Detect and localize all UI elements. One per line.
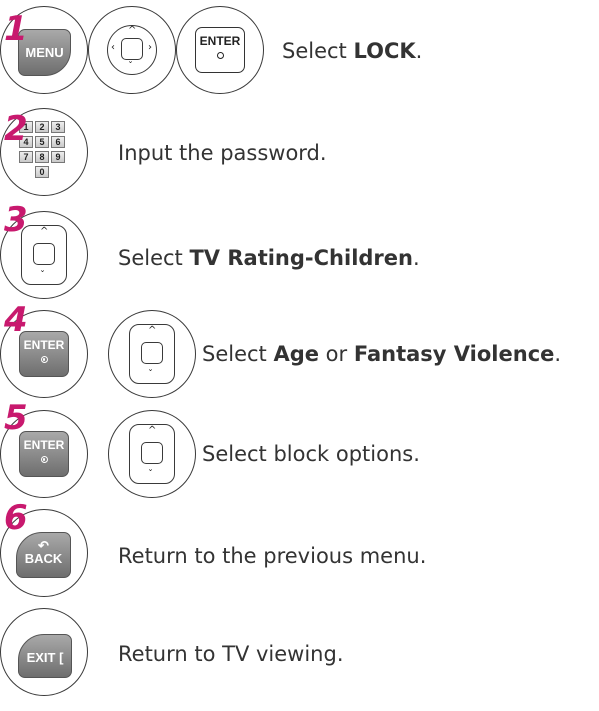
step-3: ^ ˇ 3 Select TV Rating-Children.	[0, 203, 599, 308]
up-down-navigation[interactable]: ^ ˇ	[21, 225, 67, 285]
text-bold: TV Rating-Children	[189, 246, 413, 270]
navigation-button-frame: ^ ˇ	[108, 410, 196, 498]
enter-dot-icon	[40, 456, 48, 463]
step-2-text: Input the password.	[118, 143, 327, 164]
step-1-text: Select LOCK.	[282, 41, 422, 62]
enter-dot-icon	[40, 356, 48, 363]
up-arrow-icon: ^	[148, 325, 157, 336]
ok-center-icon	[141, 342, 163, 364]
text-bold: Age	[273, 342, 319, 366]
key-5[interactable]: 5	[35, 136, 49, 148]
navigation-button-frame: ^ ‹ › ˇ	[88, 6, 176, 94]
key-9[interactable]: 9	[51, 151, 65, 163]
up-arrow-icon: ^	[148, 425, 157, 436]
text-part: Select	[202, 342, 274, 366]
exit-label: EXIT	[26, 650, 56, 665]
text-part: Select	[118, 246, 190, 270]
text-part: Return to TV viewing.	[118, 642, 344, 666]
ok-center-icon	[121, 38, 143, 60]
key-2[interactable]: 2	[35, 121, 49, 133]
ok-center-icon	[33, 243, 55, 265]
key-8[interactable]: 8	[35, 151, 49, 163]
right-arrow-icon: ›	[148, 42, 152, 53]
step-number: 6	[4, 498, 28, 538]
step-5: ENTER ^ ˇ 5 Select block options.	[0, 401, 599, 507]
enter-label: ENTER	[23, 338, 65, 352]
text-part: Input the password.	[118, 141, 327, 165]
key-0[interactable]: 0	[35, 166, 49, 178]
text-part: .	[554, 342, 562, 366]
step-number: 5	[4, 398, 28, 438]
enter-dot-icon	[216, 52, 224, 59]
enter-label: ENTER	[23, 438, 65, 452]
up-down-navigation[interactable]: ^ ˇ	[129, 324, 175, 384]
key-6[interactable]: 6	[51, 136, 65, 148]
step-6: ↶ BACK 6 Return to the previous menu.	[0, 501, 599, 608]
down-arrow-icon: ˇ	[40, 270, 45, 281]
text-part: Select	[282, 39, 354, 63]
up-arrow-icon: ^	[40, 226, 49, 237]
down-arrow-icon: ˇ	[148, 469, 153, 480]
text-bold: Fantasy Violence	[353, 342, 555, 366]
left-arrow-icon: ‹	[111, 42, 115, 53]
step-4-text: Select Age or Fantasy Violence.	[202, 344, 561, 365]
ok-center-icon	[141, 442, 163, 464]
text-part: Return to the previous menu.	[118, 544, 427, 568]
step-2: 1 2 3 4 5 6 7 8 9 0 2 Input the password…	[0, 108, 599, 208]
exit-button-frame: EXIT [	[0, 608, 88, 696]
enter-button[interactable]: ENTER	[195, 27, 245, 73]
step-number: 3	[4, 200, 28, 240]
step-6-text: Return to the previous menu.	[118, 546, 426, 567]
text-part: .	[415, 39, 423, 63]
exit-button[interactable]: EXIT [	[18, 634, 72, 678]
step-exit: EXIT [ Return to TV viewing.	[0, 608, 599, 708]
text-bold: LOCK	[353, 39, 416, 63]
enter-label: ENTER	[199, 34, 241, 48]
up-arrow-icon: ^	[128, 25, 137, 36]
step-3-text: Select TV Rating-Children.	[118, 248, 420, 269]
back-label: BACK	[24, 551, 63, 566]
text-part: or	[319, 342, 354, 366]
text-part: .	[412, 246, 420, 270]
back-button[interactable]: ↶ BACK	[16, 532, 71, 578]
navigation-pad[interactable]: ^ ‹ › ˇ	[107, 25, 157, 75]
key-3[interactable]: 3	[51, 121, 65, 133]
down-arrow-icon: ˇ	[128, 61, 133, 72]
text-part: Select block options.	[202, 442, 420, 466]
step-number: 4	[4, 300, 28, 340]
key-7[interactable]: 7	[19, 151, 33, 163]
step-4: ENTER ^ ˇ 4 Select Age or Fantasy Violen…	[0, 303, 599, 407]
step-1: MENU ^ ‹ › ˇ ENTER 1 Select LOCK.	[0, 0, 599, 100]
up-down-navigation[interactable]: ^ ˇ	[129, 424, 175, 484]
step-number: 1	[4, 9, 28, 49]
navigation-button-frame: ^ ˇ	[108, 310, 196, 398]
step-5-text: Select block options.	[202, 444, 420, 465]
exit-bracket-icon: [	[55, 650, 64, 665]
down-arrow-icon: ˇ	[148, 369, 153, 380]
step-exit-text: Return to TV viewing.	[118, 644, 344, 665]
step-number: 2	[4, 109, 28, 149]
enter-button-frame: ENTER	[176, 6, 264, 94]
